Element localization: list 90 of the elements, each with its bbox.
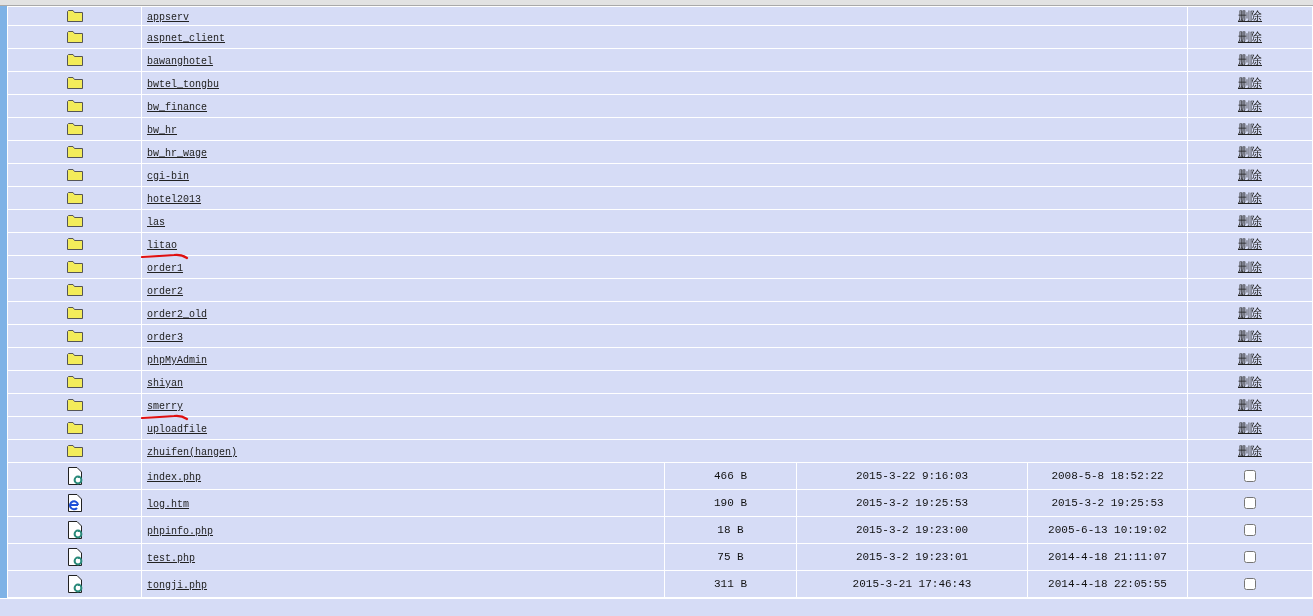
php-file-icon	[66, 547, 83, 566]
folder-icon	[66, 76, 83, 90]
folder-icon	[66, 9, 83, 23]
file-link[interactable]: tongji.php	[147, 580, 207, 591]
folder-link[interactable]: order3	[147, 332, 183, 343]
delete-link[interactable]: 删除	[1238, 260, 1262, 274]
modified-time: 2015-3-21 17:46:43	[852, 578, 972, 590]
folder-icon	[66, 122, 83, 136]
created-time: 2014-4-18 21:11:07	[1048, 551, 1167, 563]
file-size: 18 B	[717, 524, 744, 536]
file-link[interactable]: phpinfo.php	[147, 526, 213, 537]
folder-link[interactable]: bw_hr	[147, 125, 177, 136]
delete-link[interactable]: 删除	[1238, 122, 1262, 136]
delete-link[interactable]: 删除	[1238, 9, 1262, 23]
folder-link[interactable]: las	[147, 217, 165, 228]
folder-link[interactable]: litao	[147, 240, 177, 251]
delete-link[interactable]: 删除	[1238, 76, 1262, 90]
created-time: 2015-3-2 19:25:53	[1051, 497, 1164, 509]
delete-link[interactable]: 删除	[1238, 444, 1262, 458]
file-size: 311 B	[714, 578, 747, 590]
select-checkbox[interactable]	[1244, 578, 1256, 591]
folder-icon	[66, 237, 83, 251]
modified-time: 2015-3-2 19:23:00	[855, 524, 969, 536]
file-link[interactable]: test.php	[147, 553, 195, 564]
folder-icon	[66, 145, 83, 159]
select-checkbox[interactable]	[1244, 551, 1256, 564]
folder-icon	[66, 375, 83, 389]
folder-link[interactable]: bw_finance	[147, 102, 207, 113]
folder-link[interactable]: appserv	[147, 12, 189, 23]
delete-link[interactable]: 删除	[1238, 145, 1262, 159]
php-file-icon	[66, 574, 83, 593]
delete-link[interactable]: 删除	[1238, 168, 1262, 182]
folder-icon	[66, 168, 83, 182]
html-file-icon	[66, 493, 83, 512]
folder-link[interactable]: order1	[147, 263, 183, 274]
delete-link[interactable]: 删除	[1238, 214, 1262, 228]
folder-link[interactable]: aspnet_client	[147, 33, 225, 44]
folder-icon	[66, 283, 83, 297]
created-time: 2005-6-13 10:19:02	[1048, 524, 1167, 536]
delete-link[interactable]: 删除	[1238, 191, 1262, 205]
modified-time: 2015-3-2 19:23:01	[855, 551, 969, 563]
modified-time: 2015-3-22 9:16:03	[855, 470, 969, 482]
php-file-icon	[66, 520, 83, 539]
delete-link[interactable]: 删除	[1238, 352, 1262, 366]
delete-link[interactable]: 删除	[1238, 421, 1262, 435]
folder-link[interactable]: phpMyAdmin	[147, 355, 207, 366]
folder-icon	[66, 53, 83, 67]
file-size: 466 B	[714, 470, 747, 482]
folder-icon	[66, 30, 83, 44]
select-checkbox[interactable]	[1244, 524, 1256, 537]
delete-link[interactable]: 删除	[1238, 237, 1262, 251]
folder-icon	[66, 191, 83, 205]
folder-link[interactable]: zhuifen(hangen)	[147, 447, 237, 458]
folder-link[interactable]: bawanghotel	[147, 56, 213, 67]
folder-icon	[66, 421, 83, 435]
folder-link[interactable]: hotel2013	[147, 194, 201, 205]
folder-icon	[66, 329, 83, 343]
folder-link[interactable]: cgi-bin	[147, 171, 189, 182]
file-link[interactable]: index.php	[147, 472, 201, 483]
select-checkbox[interactable]	[1244, 497, 1256, 510]
created-time: 2014-4-18 22:05:55	[1048, 578, 1167, 590]
delete-link[interactable]: 删除	[1238, 398, 1262, 412]
file-link[interactable]: log.htm	[147, 499, 189, 510]
folder-icon	[66, 352, 83, 366]
delete-link[interactable]: 删除	[1238, 283, 1262, 297]
folder-link[interactable]: order2	[147, 286, 183, 297]
delete-link[interactable]: 删除	[1238, 30, 1262, 44]
folder-icon	[66, 398, 83, 412]
folder-icon	[66, 260, 83, 274]
folder-link[interactable]: bw_hr_wage	[147, 148, 207, 159]
folder-link[interactable]: smerry	[147, 401, 183, 412]
created-time: 2008-5-8 18:52:22	[1051, 470, 1164, 482]
file-size: 75 B	[717, 551, 744, 563]
folder-link[interactable]: bwtel_tongbu	[147, 79, 219, 90]
folder-icon	[66, 306, 83, 320]
folder-icon	[66, 444, 83, 458]
delete-link[interactable]: 删除	[1238, 306, 1262, 320]
delete-link[interactable]: 删除	[1238, 99, 1262, 113]
php-file-icon	[66, 466, 83, 485]
folder-link[interactable]: order2_old	[147, 309, 207, 320]
folder-icon	[66, 99, 83, 113]
file-size: 190 B	[714, 497, 747, 509]
folder-icon	[66, 214, 83, 228]
folder-link[interactable]: shiyan	[147, 378, 183, 389]
modified-time: 2015-3-2 19:25:53	[855, 497, 969, 509]
select-checkbox[interactable]	[1244, 470, 1256, 483]
delete-link[interactable]: 删除	[1238, 53, 1262, 67]
folder-link[interactable]: uploadfile	[147, 424, 207, 435]
delete-link[interactable]: 删除	[1238, 375, 1262, 389]
delete-link[interactable]: 删除	[1238, 329, 1262, 343]
